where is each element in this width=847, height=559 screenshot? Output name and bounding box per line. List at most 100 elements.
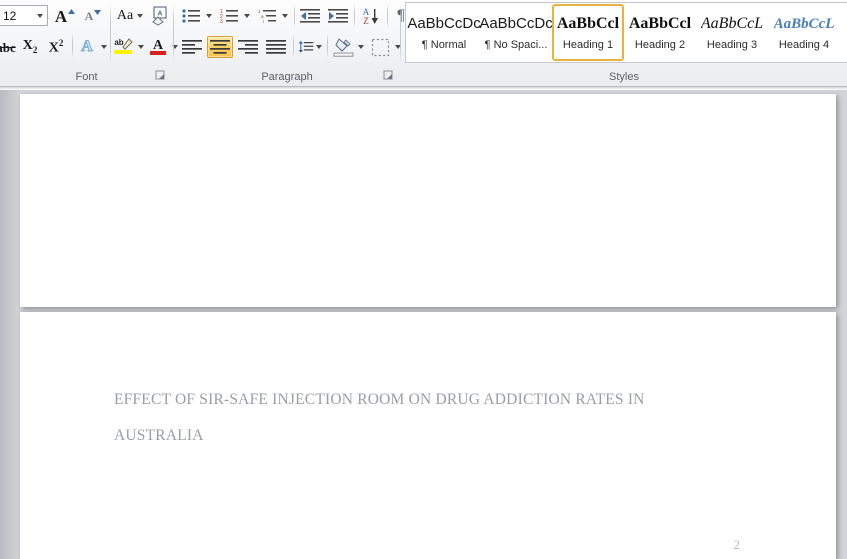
ribbon-group-font: 12 A A Aa A abc <box>0 0 178 86</box>
shading-dropdown[interactable] <box>355 36 367 58</box>
superscript-icon: X2 <box>48 37 64 56</box>
increase-indent-icon <box>328 9 348 23</box>
style-preview: AaBbCcL <box>700 15 764 32</box>
sort-button[interactable]: A Z <box>358 4 384 28</box>
style-item-heading-3[interactable]: AaBbCcL Heading 3 <box>696 4 768 61</box>
multilevel-list-button[interactable]: 1 a i <box>255 5 279 27</box>
ribbon: 12 A A Aa A abc <box>0 0 847 87</box>
align-center-button[interactable] <box>207 36 233 58</box>
font-size-combo[interactable]: 12 <box>0 5 48 26</box>
clear-formatting-icon: A <box>152 6 167 26</box>
style-name: Heading 3 <box>706 39 758 51</box>
increase-indent-button[interactable] <box>325 5 351 27</box>
align-right-button[interactable] <box>235 36 261 58</box>
borders-button[interactable] <box>368 35 392 59</box>
styles-gallery[interactable]: AaBbCcDc ¶ Normal AaBbCcDc ¶ No Spaci...… <box>405 2 847 63</box>
style-preview: AaBbCcl <box>556 15 620 32</box>
align-left-button[interactable] <box>179 36 205 58</box>
group-label-styles: Styles <box>609 71 639 83</box>
divider <box>294 4 295 28</box>
font-dialog-launcher[interactable] <box>155 70 167 82</box>
strikethrough-button[interactable]: abc <box>0 36 18 58</box>
font-color-button[interactable]: A <box>147 34 169 58</box>
divider <box>387 4 388 28</box>
style-item-no-spacing[interactable]: AaBbCcDc ¶ No Spaci... <box>479 4 553 61</box>
numbering-button[interactable]: 1 2 3 <box>217 5 241 27</box>
numbering-dropdown[interactable] <box>241 5 253 27</box>
svg-text:i: i <box>263 19 264 24</box>
style-preview: AaBbCcl <box>628 15 692 32</box>
borders-icon <box>371 38 389 56</box>
style-item-heading-4[interactable]: AaBbCcL Heading 4 <box>768 4 840 61</box>
paragraph-dialog-launcher[interactable] <box>383 70 395 82</box>
shrink-font-icon: A <box>84 9 94 23</box>
grow-font-icon: A <box>54 6 68 26</box>
svg-text:3: 3 <box>220 19 223 24</box>
shading-button[interactable] <box>331 35 355 59</box>
superscript-button[interactable]: X2 <box>44 36 68 58</box>
style-name: Heading 1 <box>562 39 614 51</box>
document-page-1[interactable] <box>20 94 836 307</box>
align-center-icon <box>210 40 230 54</box>
font-size-value: 12 <box>3 8 17 23</box>
divider <box>72 34 73 58</box>
clear-formatting-button[interactable]: A <box>148 4 172 28</box>
multilevel-list-icon: 1 a i <box>258 9 276 24</box>
svg-text:A: A <box>153 38 164 53</box>
font-color-icon: A <box>150 38 166 55</box>
subscript-icon: X2 <box>22 38 38 55</box>
ribbon-group-paragraph: 1 2 3 1 a i A Z ¶ Paragraph <box>174 0 405 86</box>
text-effects-dropdown[interactable] <box>98 36 110 58</box>
grow-font-button[interactable]: A <box>52 5 78 27</box>
numbering-icon: 1 2 3 <box>220 9 238 24</box>
text-effects-icon: A <box>81 38 94 55</box>
svg-text:Z: Z <box>363 16 369 26</box>
style-preview: AaBbCcL <box>773 16 835 32</box>
svg-text:A: A <box>158 11 163 18</box>
document-heading: EFFECT OF SIR-SAFE INJECTION ROOM ON DRU… <box>114 391 645 444</box>
text-highlight-color-button[interactable]: ab <box>111 34 135 58</box>
divider <box>354 4 355 28</box>
style-preview: AaBbCcDc <box>407 15 481 32</box>
bullets-button[interactable] <box>179 5 203 27</box>
subscript-button[interactable]: X2 <box>18 36 42 58</box>
grow-font-arrow-icon <box>68 9 76 14</box>
divider <box>293 34 294 58</box>
text-effects-button[interactable]: A <box>76 36 98 58</box>
change-case-button[interactable]: Aa <box>113 5 147 27</box>
style-name: Heading 4 <box>778 39 830 51</box>
shrink-font-arrow-icon <box>94 10 102 15</box>
document-canvas[interactable]: EFFECT OF SIR-SAFE INJECTION ROOM ON DRU… <box>0 90 847 559</box>
style-name: Heading 2 <box>634 39 686 51</box>
multilevel-list-dropdown[interactable] <box>279 5 291 27</box>
bullets-dropdown[interactable] <box>203 5 215 27</box>
style-preview: AaBbCcDc <box>479 15 553 32</box>
shrink-font-button[interactable]: A <box>80 5 106 27</box>
style-name: ¶ Normal <box>421 39 467 51</box>
style-name: ¶ No Spaci... <box>484 39 548 51</box>
page-number: 2 <box>733 537 741 552</box>
style-item-heading-1[interactable]: AaBbCcl Heading 1 <box>552 4 624 61</box>
align-right-icon <box>238 40 258 54</box>
line-spacing-button[interactable] <box>297 35 323 59</box>
line-spacing-icon <box>298 40 314 53</box>
group-label-paragraph: Paragraph <box>261 71 313 83</box>
strikethrough-icon: abc <box>0 39 16 55</box>
change-case-icon: Aa <box>116 8 134 23</box>
divider <box>327 34 328 58</box>
decrease-indent-button[interactable] <box>297 5 323 27</box>
font-size-dropdown-arrow[interactable] <box>32 13 47 18</box>
justify-icon <box>266 40 286 54</box>
shading-icon <box>333 38 353 57</box>
svg-text:ab: ab <box>114 38 123 47</box>
document-page-2[interactable]: EFFECT OF SIR-SAFE INJECTION ROOM ON DRU… <box>20 312 836 559</box>
decrease-indent-icon <box>300 9 320 23</box>
sort-icon: A Z <box>363 7 378 26</box>
group-label-font: Font <box>75 71 98 83</box>
justify-button[interactable] <box>263 36 289 58</box>
style-item-heading-2[interactable]: AaBbCcl Heading 2 <box>624 4 696 61</box>
align-left-icon <box>182 40 202 54</box>
text-highlight-dropdown[interactable] <box>135 36 147 58</box>
style-item-normal[interactable]: AaBbCcDc ¶ Normal <box>407 4 481 61</box>
bullets-icon <box>181 9 200 23</box>
